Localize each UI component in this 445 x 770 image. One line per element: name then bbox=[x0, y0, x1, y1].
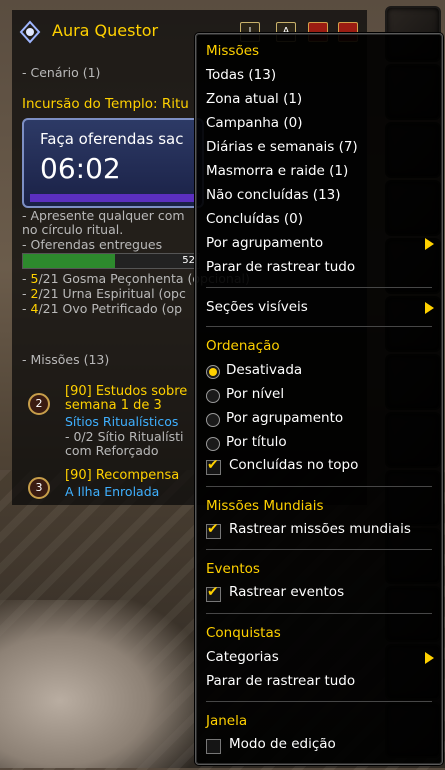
sort-disabled-option[interactable]: Desativada bbox=[226, 360, 302, 380]
radio-icon[interactable] bbox=[206, 413, 220, 427]
tracker-header[interactable]: Aura Questor bbox=[18, 18, 198, 46]
quests-header[interactable]: - Missões (13) bbox=[22, 352, 109, 367]
menu-separator bbox=[206, 549, 432, 550]
menu-item-current-zone[interactable]: Zona atual (1) bbox=[206, 89, 302, 109]
section-sort: Ordenação bbox=[206, 338, 280, 354]
scenario-timer-bar bbox=[30, 194, 194, 202]
aura-questor-icon bbox=[19, 20, 41, 44]
radio-icon[interactable] bbox=[206, 437, 220, 451]
checkbox-icon[interactable] bbox=[206, 584, 221, 602]
menu-item-not-completed[interactable]: Não concluídas (13) bbox=[206, 185, 341, 205]
sort-title-option[interactable]: Por título bbox=[226, 432, 287, 452]
menu-separator bbox=[206, 287, 432, 288]
quest-title[interactable]: [90] Estudos sobre bbox=[65, 384, 187, 399]
scenario-box: Faça oferendas sac 06:02 bbox=[22, 118, 204, 208]
progress-text: 52 bbox=[182, 255, 195, 266]
objective-line: - Oferendas entregues bbox=[22, 237, 163, 252]
objective-item: - 4/21 Ovo Petrificado (op bbox=[22, 301, 183, 316]
scenario-header[interactable]: - Cenário (1) bbox=[22, 65, 100, 80]
menu-separator bbox=[206, 701, 432, 702]
submenu-arrow-icon bbox=[425, 238, 434, 250]
checkbox-icon[interactable] bbox=[206, 739, 221, 754]
quest-objective: - 0/2 Sítio Ritualísti bbox=[65, 429, 184, 444]
filter-dropdown-menu: Missões Todas (13) Zona atual (1) Campan… bbox=[195, 33, 443, 765]
scenario-name[interactable]: Incursão do Templo: Ritu bbox=[22, 96, 189, 112]
menu-item-daily-weekly[interactable]: Diárias e semanais (7) bbox=[206, 137, 358, 157]
edit-mode-option[interactable]: Modo de edição bbox=[229, 734, 336, 754]
offerings-progress-bar: 52 bbox=[22, 253, 200, 269]
menu-item-completed[interactable]: Concluídas (0) bbox=[206, 209, 303, 229]
radio-icon[interactable] bbox=[206, 365, 220, 379]
progress-fill bbox=[23, 254, 115, 268]
section-events: Eventos bbox=[206, 561, 260, 577]
radio-icon[interactable] bbox=[206, 389, 220, 403]
sort-level-option[interactable]: Por nível bbox=[226, 384, 284, 404]
section-window: Janela bbox=[206, 713, 248, 729]
menu-separator bbox=[206, 613, 432, 614]
menu-item-dungeon-raid[interactable]: Masmorra e raide (1) bbox=[206, 161, 348, 181]
checkbox-icon[interactable] bbox=[206, 521, 221, 539]
objective-line: no círculo ritual. bbox=[22, 222, 124, 237]
quest-number-badge: 3 bbox=[28, 477, 50, 499]
menu-item-stop-tracking-all-achievements[interactable]: Parar de rastrear tudo bbox=[206, 671, 355, 691]
checkbox-icon[interactable] bbox=[206, 457, 221, 475]
objective-line: - Apresente qualquer com bbox=[22, 208, 185, 223]
quest-title[interactable]: [90] Recompensa bbox=[65, 468, 179, 483]
menu-item-visible-sections[interactable]: Seções visíveis bbox=[206, 297, 308, 317]
quest-zone: A Ilha Enrolada bbox=[65, 484, 160, 499]
completed-on-top-option[interactable]: Concluídas no topo bbox=[229, 455, 358, 475]
menu-separator bbox=[206, 486, 432, 487]
quest-title[interactable]: semana 1 de 3 bbox=[65, 398, 162, 413]
menu-item-by-group[interactable]: Por agrupamento bbox=[206, 233, 323, 253]
scenario-box-title: Faça oferendas sac bbox=[40, 130, 184, 148]
section-achievements: Conquistas bbox=[206, 625, 281, 641]
menu-item-stop-tracking-all[interactable]: Parar de rastrear tudo bbox=[206, 257, 355, 277]
menu-separator bbox=[206, 326, 432, 327]
section-missions: Missões bbox=[206, 43, 260, 59]
quest-zone: Sítios Ritualísticos bbox=[65, 414, 179, 429]
section-world-quests: Missões Mundiais bbox=[206, 498, 324, 514]
submenu-arrow-icon bbox=[425, 302, 434, 314]
background-cloth bbox=[0, 600, 200, 768]
quest-objective: com Reforçado bbox=[65, 443, 159, 458]
track-events-option[interactable]: Rastrear eventos bbox=[229, 582, 344, 602]
menu-item-categories[interactable]: Categorias bbox=[206, 647, 279, 667]
menu-item-all[interactable]: Todas (13) bbox=[206, 65, 276, 85]
objective-item: - 2/21 Urna Espiritual (opc bbox=[22, 286, 186, 301]
quest-number-badge: 2 bbox=[28, 393, 50, 415]
menu-item-campaign[interactable]: Campanha (0) bbox=[206, 113, 303, 133]
sort-group-option[interactable]: Por agrupamento bbox=[226, 408, 343, 428]
tracker-title: Aura Questor bbox=[52, 21, 159, 40]
scenario-timer: 06:02 bbox=[40, 152, 121, 185]
track-world-quests-option[interactable]: Rastrear missões mundiais bbox=[229, 519, 411, 539]
submenu-arrow-icon bbox=[425, 652, 434, 664]
